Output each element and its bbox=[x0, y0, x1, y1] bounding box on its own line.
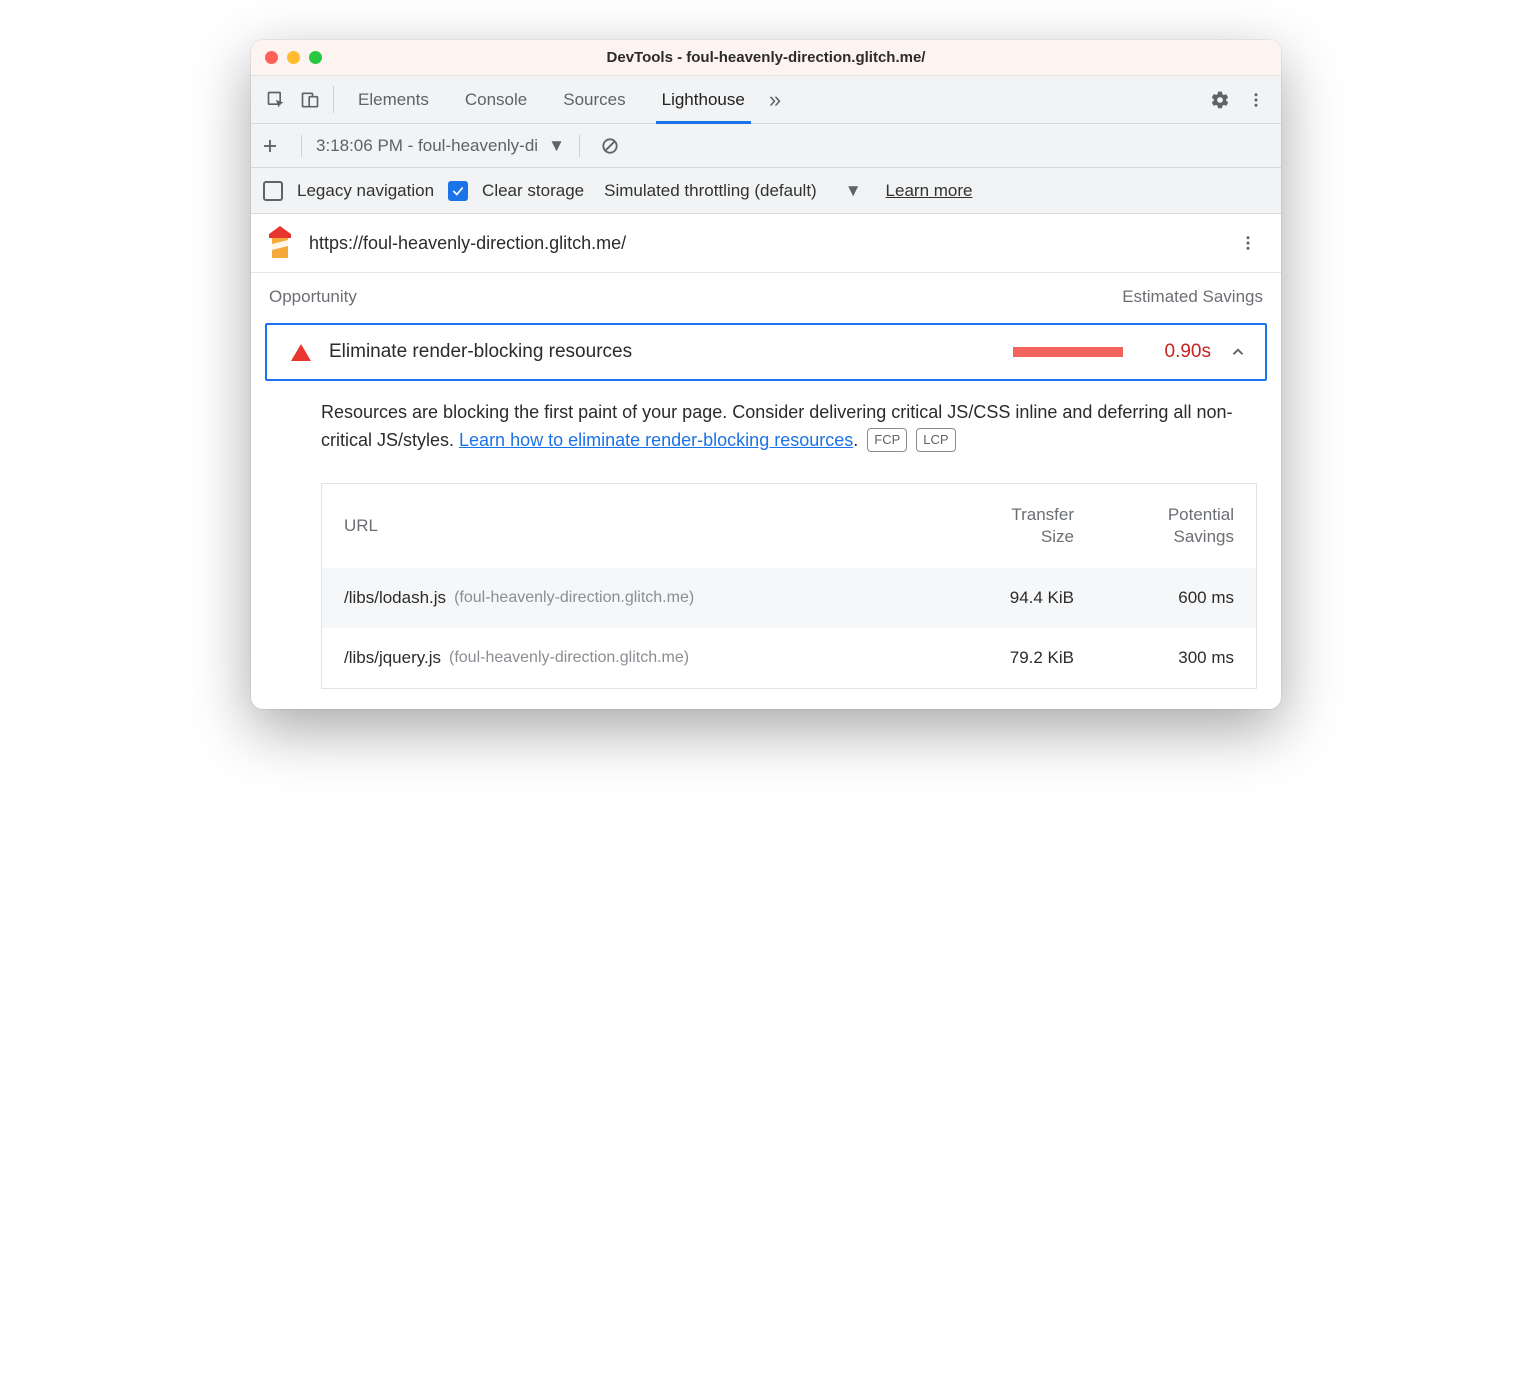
opportunity-row[interactable]: Eliminate render-blocking resources 0.90… bbox=[265, 323, 1267, 381]
col-header-url: URL bbox=[344, 504, 934, 548]
report-selector-label[interactable]: 3:18:06 PM - foul-heavenly-di bbox=[316, 136, 538, 156]
report-url-row: https://foul-heavenly-direction.glitch.m… bbox=[251, 214, 1281, 273]
table-row: /libs/jquery.js (foul-heavenly-direction… bbox=[322, 628, 1256, 688]
savings-value: 0.90s bbox=[1141, 341, 1211, 363]
settings-icon[interactable] bbox=[1203, 90, 1237, 110]
new-report-button[interactable] bbox=[261, 137, 287, 155]
more-tabs-icon[interactable]: » bbox=[769, 76, 781, 123]
titlebar: DevTools - foul-heavenly-direction.glitc… bbox=[251, 40, 1281, 76]
dropdown-caret-icon[interactable]: ▼ bbox=[548, 136, 565, 156]
resource-path[interactable]: /libs/lodash.js bbox=[344, 588, 446, 608]
fail-triangle-icon bbox=[291, 344, 311, 361]
col-header-size: TransferSize bbox=[934, 504, 1074, 548]
divider bbox=[579, 135, 580, 157]
legacy-navigation-checkbox[interactable] bbox=[263, 181, 283, 201]
zoom-window-button[interactable] bbox=[309, 51, 322, 64]
desc-post: . bbox=[853, 430, 858, 450]
device-toolbar-icon[interactable] bbox=[293, 76, 327, 123]
tab-elements[interactable]: Elements bbox=[354, 76, 433, 123]
metric-badge-fcp: FCP bbox=[867, 428, 907, 452]
window-title: DevTools - foul-heavenly-direction.glitc… bbox=[251, 49, 1281, 66]
resource-savings: 600 ms bbox=[1074, 588, 1234, 608]
desc-learn-link[interactable]: Learn how to eliminate render-blocking r… bbox=[459, 430, 853, 450]
savings-bar bbox=[1013, 347, 1123, 357]
lighthouse-options: Legacy navigation Clear storage Simulate… bbox=[251, 168, 1281, 214]
opportunity-heading: Opportunity bbox=[269, 287, 357, 307]
throttling-caret-icon[interactable]: ▼ bbox=[845, 181, 862, 201]
panel-tabbar: Elements Console Sources Lighthouse » bbox=[251, 76, 1281, 124]
metric-badge-lcp: LCP bbox=[916, 428, 955, 452]
opportunity-description: Resources are blocking the first paint o… bbox=[251, 381, 1281, 455]
close-window-button[interactable] bbox=[265, 51, 278, 64]
resource-size: 79.2 KiB bbox=[934, 648, 1074, 668]
table-header-row: URL TransferSize PotentialSavings bbox=[322, 484, 1256, 568]
collapse-chevron-icon[interactable] bbox=[1229, 343, 1247, 361]
inspect-element-icon[interactable] bbox=[259, 76, 293, 123]
opportunities-header: Opportunity Estimated Savings bbox=[251, 273, 1281, 317]
col-header-savings: PotentialSavings bbox=[1074, 504, 1234, 548]
clear-storage-label: Clear storage bbox=[482, 181, 584, 201]
estimated-savings-heading: Estimated Savings bbox=[1122, 287, 1263, 307]
lighthouse-toolbar: 3:18:06 PM - foul-heavenly-di ▼ bbox=[251, 124, 1281, 168]
report-menu-icon[interactable] bbox=[1239, 234, 1267, 252]
resource-path[interactable]: /libs/jquery.js bbox=[344, 648, 441, 668]
throttling-label: Simulated throttling (default) bbox=[604, 181, 817, 201]
tab-console[interactable]: Console bbox=[461, 76, 531, 123]
resource-host: (foul-heavenly-direction.glitch.me) bbox=[449, 649, 689, 667]
devtools-window: DevTools - foul-heavenly-direction.glitc… bbox=[251, 40, 1281, 709]
table-row: /libs/lodash.js (foul-heavenly-direction… bbox=[322, 568, 1256, 628]
clear-storage-checkbox[interactable] bbox=[448, 181, 468, 201]
legacy-navigation-label: Legacy navigation bbox=[297, 181, 434, 201]
resource-host: (foul-heavenly-direction.glitch.me) bbox=[454, 589, 694, 607]
minimize-window-button[interactable] bbox=[287, 51, 300, 64]
report-url: https://foul-heavenly-direction.glitch.m… bbox=[309, 233, 1225, 254]
divider bbox=[301, 135, 302, 157]
resources-table: URL TransferSize PotentialSavings /libs/… bbox=[321, 483, 1257, 689]
traffic-lights bbox=[251, 51, 322, 64]
resource-savings: 300 ms bbox=[1074, 648, 1234, 668]
resource-size: 94.4 KiB bbox=[934, 588, 1074, 608]
clear-report-icon[interactable] bbox=[600, 136, 620, 156]
tab-lighthouse[interactable]: Lighthouse bbox=[658, 76, 749, 123]
lighthouse-logo-icon bbox=[265, 226, 295, 260]
kebab-menu-icon[interactable] bbox=[1239, 91, 1273, 109]
learn-more-link[interactable]: Learn more bbox=[886, 181, 973, 201]
panel-tabs: Elements Console Sources Lighthouse bbox=[354, 76, 749, 123]
divider bbox=[333, 86, 334, 113]
tab-sources[interactable]: Sources bbox=[559, 76, 629, 123]
opportunity-title: Eliminate render-blocking resources bbox=[329, 341, 995, 363]
